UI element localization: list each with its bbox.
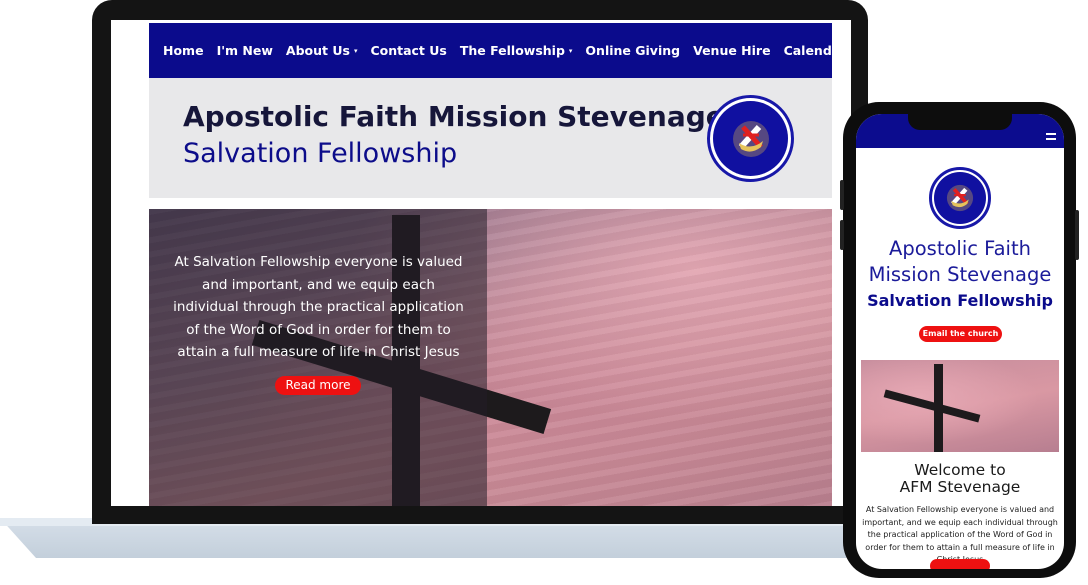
nav-item-label: About Us: [285, 43, 350, 58]
laptop-screen: Home I'm New About Us ▾ Contact Us The Fe…: [111, 20, 851, 506]
hero-banner: At Salvation Fellowship everyone is valu…: [149, 209, 832, 506]
nav-item-calendar-events[interactable]: Calendar& Events: [784, 43, 851, 58]
mobile-navigation: [856, 114, 1064, 148]
cross-image-horizontal: [883, 389, 981, 423]
phone-notch: [908, 114, 1012, 130]
church-emblem-icon[interactable]: [707, 95, 794, 182]
mobile-body-text: At Salvation Fellowship everyone is valu…: [862, 505, 1058, 564]
hero-text: At Salvation Fellowship everyone is valu…: [173, 254, 464, 360]
nav-item-label: Home: [163, 43, 204, 58]
mobile-subtitle: Salvation Fellowship: [867, 291, 1053, 310]
nav-item-home[interactable]: Home: [163, 43, 204, 58]
main-navigation: Home I'm New About Us ▾ Contact Us The Fe…: [149, 23, 851, 78]
nav-item-the-fellowship[interactable]: The Fellowship ▾: [460, 43, 573, 58]
read-more-button[interactable]: Read more: [275, 376, 361, 395]
nav-item-about-us[interactable]: About Us ▾: [286, 43, 358, 58]
nav-item-label: Contact Us: [370, 43, 447, 58]
mobile-title-line-2: Mission Stevenage: [868, 263, 1052, 286]
phone-screen: Apostolic Faith Mission Stevenage Salvat…: [856, 114, 1064, 569]
caret-down-icon: ▾: [568, 46, 573, 55]
nav-item-label: Venue Hire: [693, 43, 771, 58]
email-church-button[interactable]: Email the church: [919, 326, 1002, 342]
nav-item-label: Calendar& Events: [783, 43, 851, 58]
nav-item-im-new[interactable]: I'm New: [217, 43, 273, 58]
welcome-heading-line-1: Welcome to: [914, 461, 1006, 479]
nav-item-venue-hire[interactable]: Venue Hire: [693, 43, 770, 58]
mobile-read-more-button[interactable]: [930, 559, 990, 569]
cross-crown-icon: [732, 120, 769, 157]
church-emblem-icon[interactable]: [929, 167, 991, 229]
nav-item-contact-us[interactable]: Contact Us: [370, 43, 446, 58]
site-header: Apostolic Faith Mission Stevenage Salvat…: [149, 78, 832, 198]
phone-power-button: [1075, 210, 1079, 260]
nav-item-label: The Fellowship: [459, 43, 565, 58]
nav-item-label: I'm New: [216, 43, 273, 58]
welcome-heading-line-2: AFM Stevenage: [899, 478, 1021, 496]
mobile-hero-image: [861, 360, 1059, 452]
hamburger-menu-icon[interactable]: [1046, 133, 1056, 140]
caret-down-icon: ▾: [353, 46, 358, 55]
phone-volume-button: [840, 180, 844, 210]
device-mockup: Home I'm New About Us ▾ Contact Us The Fe…: [0, 0, 1088, 585]
cross-crown-icon: [946, 184, 974, 212]
nav-item-label: Online Giving: [585, 43, 681, 58]
nav-item-online-giving[interactable]: Online Giving: [585, 43, 680, 58]
site-subtitle: Salvation Fellowship: [183, 138, 458, 169]
site-title: Apostolic Faith Mission Stevenage: [183, 100, 725, 133]
phone-volume-button: [840, 220, 844, 250]
mobile-title-line-1: Apostolic Faith: [889, 237, 1031, 260]
